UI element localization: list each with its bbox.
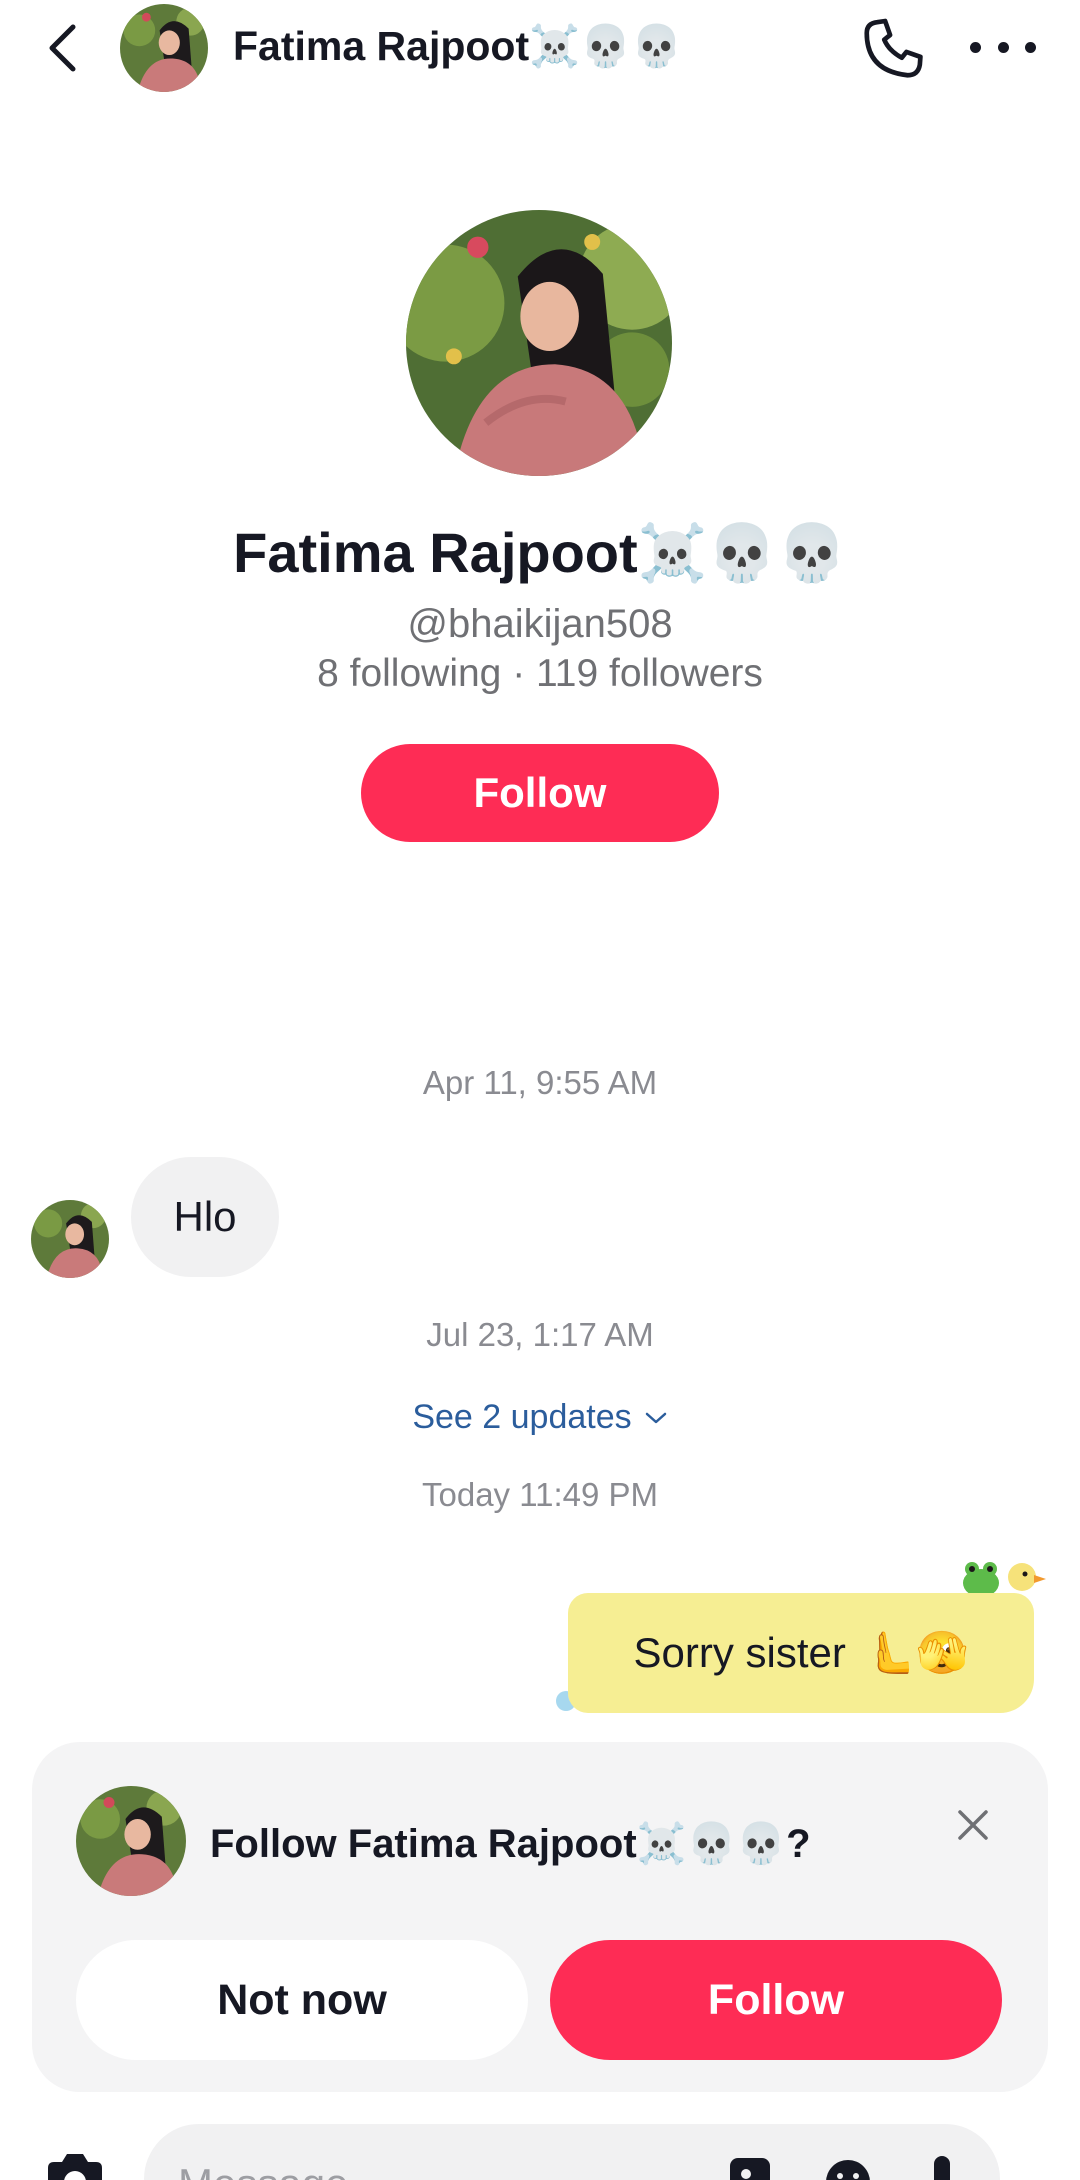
sticker-icon[interactable]: [724, 2152, 780, 2180]
back-icon[interactable]: [38, 18, 86, 78]
chevron-down-icon: [645, 1412, 666, 1423]
timestamp: Jul 23, 1:17 AM: [426, 1316, 654, 1353]
see-updates-label: See 2 updates: [412, 1398, 632, 1436]
header-contact-name[interactable]: Fatima Rajpoot☠️💀💀: [233, 22, 682, 71]
skull-emoji: ☠️💀💀: [636, 1821, 787, 1867]
outgoing-message-bubble: Sorry sister 🫷🫣: [568, 1593, 1034, 1713]
profile-avatar[interactable]: [406, 210, 672, 476]
close-icon[interactable]: [952, 1804, 994, 1846]
skull-emoji: ☠️💀💀: [529, 22, 683, 70]
avatar[interactable]: [120, 4, 208, 92]
profile-name: Fatima Rajpoot☠️💀💀: [233, 521, 847, 586]
profile-stats: 8 following · 119 followers: [317, 652, 763, 695]
more-options-icon[interactable]: [970, 24, 1036, 70]
hand-emoji: 🫷🫣: [863, 1628, 969, 1677]
follow-suggestion-card: Follow Fatima Rajpoot☠️💀💀? Not now Follo…: [32, 1742, 1048, 2092]
card-follow-button[interactable]: Follow: [550, 1940, 1002, 2060]
message-avatar[interactable]: [31, 1200, 109, 1278]
outgoing-message-text: Sorry sister: [633, 1629, 846, 1676]
see-updates-link[interactable]: See 2 updates: [0, 1398, 1080, 1437]
profile-handle: @bhaikijan508: [407, 602, 673, 646]
card-avatar[interactable]: [76, 1786, 186, 1896]
chat-header: Fatima Rajpoot☠️💀💀: [0, 0, 1080, 100]
timestamp: Today 11:49 PM: [421, 1476, 659, 1513]
not-now-button[interactable]: Not now: [76, 1940, 528, 2060]
microphone-icon[interactable]: [914, 2152, 970, 2180]
timestamp: Apr 11, 9:55 AM: [422, 1064, 658, 1101]
message-input[interactable]: [178, 2154, 678, 2180]
skull-emoji: ☠️💀💀: [637, 521, 847, 586]
profile-follow-button[interactable]: Follow: [361, 744, 719, 842]
message-composer: [144, 2124, 1000, 2180]
phone-icon[interactable]: [858, 14, 928, 84]
outgoing-message[interactable]: Sorry sister 🫷🫣: [548, 1555, 1048, 1735]
card-title: Follow Fatima Rajpoot☠️💀💀?: [210, 1821, 811, 1867]
emoji-icon[interactable]: [820, 2152, 876, 2180]
incoming-message-bubble[interactable]: Hlo: [131, 1157, 279, 1277]
camera-icon[interactable]: [42, 2150, 108, 2180]
